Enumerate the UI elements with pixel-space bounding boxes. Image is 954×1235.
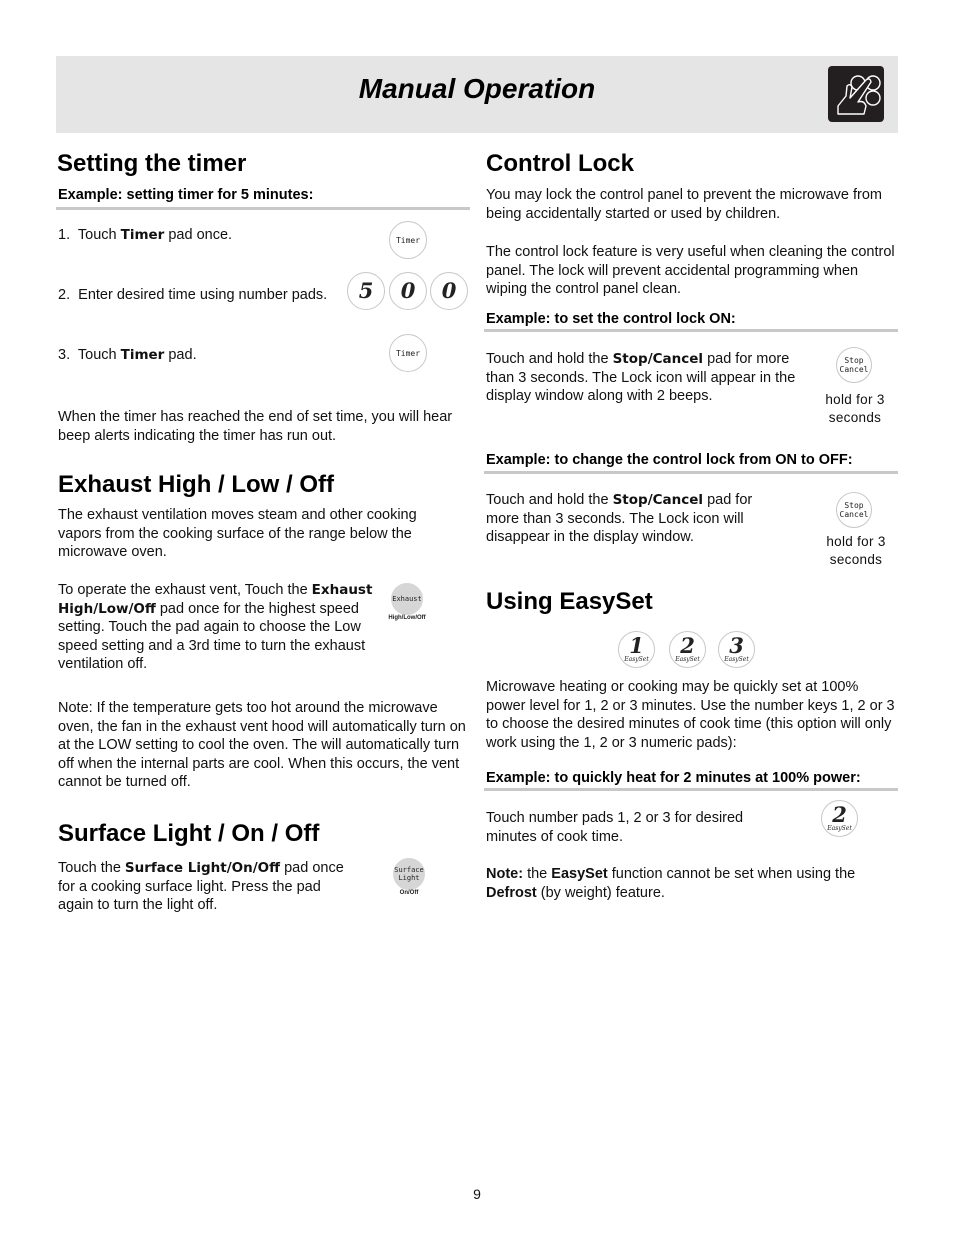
- easyset-heading: Using EasySet: [486, 588, 653, 615]
- exhaust-pad-caption: High/Low/Off: [388, 615, 426, 621]
- pad-label: Light: [398, 874, 420, 882]
- hold-duration-label: hold for 3 seconds: [815, 391, 895, 426]
- number-pad-0: 0: [430, 272, 468, 310]
- surface-light-pad-caption: On/Off: [399, 890, 419, 896]
- pad-label: Cancel: [839, 365, 869, 374]
- step-text: Touch: [77, 227, 121, 243]
- text: (by weight) feature.: [536, 884, 665, 901]
- lock-off-example-heading: Example: to change the control lock from…: [486, 452, 853, 468]
- divider: [484, 329, 898, 332]
- pad-label: Exhaust: [392, 594, 422, 603]
- step-number: 1.: [58, 227, 71, 243]
- pad-label: EasySet: [827, 825, 852, 832]
- pad-label: Timer: [395, 235, 421, 245]
- key-name: Stop/Cancel: [612, 351, 704, 367]
- pad-label: Cancel: [839, 510, 869, 519]
- stop-cancel-pad: Stop Cancel: [836, 492, 872, 528]
- pad-digit: 3: [729, 633, 744, 658]
- easyset-pad-3: 3 EasySet: [718, 631, 755, 668]
- step-text: Enter desired time using number pads.: [78, 287, 328, 303]
- pad-digit: 2: [832, 802, 847, 827]
- pad-label: Stop: [844, 356, 864, 365]
- surface-light-instructions: Touch the Surface Light/On/Off pad once …: [58, 859, 358, 915]
- control-lock-intro-1: You may lock the control panel to preven…: [486, 187, 882, 222]
- text: Touch and hold the: [486, 351, 613, 367]
- key-name: Timer: [120, 227, 165, 243]
- timer-note: When the timer has reached the end of se…: [58, 409, 453, 444]
- surface-light-heading: Surface Light / On / Off: [58, 820, 320, 847]
- easyset-pad-2: 2 EasySet: [821, 800, 858, 837]
- easyset-pad-1: 1 EasySet: [618, 631, 655, 668]
- timer-step-2: 2. Enter desired time using number pads.: [58, 286, 327, 305]
- exhaust-note: Note: If the temperature gets too hot ar…: [58, 700, 466, 790]
- easyset-instruction: Touch number pads 1, 2 or 3 for desired …: [486, 810, 744, 845]
- pad-digit: 0: [400, 278, 416, 303]
- timer-pad: Timer: [389, 334, 427, 372]
- key-name: Timer: [120, 347, 165, 363]
- number-pad-0: 0: [389, 272, 427, 310]
- timer-pad: Timer: [389, 221, 427, 259]
- surface-light-pad: Surface Light: [393, 858, 425, 890]
- page-number: 9: [473, 1186, 481, 1202]
- text: seconds: [829, 551, 883, 567]
- step-number: 2.: [58, 287, 71, 303]
- exhaust-intro: The exhaust ventilation moves steam and …: [58, 507, 417, 560]
- note-label: Note:: [486, 866, 524, 882]
- pad-label: Stop: [844, 501, 864, 510]
- step-text: pad.: [164, 347, 197, 363]
- step-text: Touch: [77, 347, 121, 363]
- text: hold for 3: [825, 392, 885, 407]
- easyset-description: Microwave heating or cooking may be quic…: [486, 679, 895, 751]
- setting-timer-heading: Setting the timer: [57, 150, 247, 177]
- timer-step-1: 1. Touch Timer pad once.: [58, 226, 232, 245]
- text: To operate the exhaust vent, Touch the: [58, 582, 312, 598]
- easyset-pad-2: 2 EasySet: [669, 631, 706, 668]
- control-lock-heading: Control Lock: [486, 150, 634, 177]
- key-name: Defrost: [486, 884, 537, 901]
- pad-label: Surface: [394, 866, 424, 874]
- hold-duration-label: hold for 3 seconds: [816, 533, 896, 568]
- pad-digit: 5: [358, 278, 374, 303]
- lock-off-instructions: Touch and hold the Stop/Cancel pad for m…: [486, 491, 786, 547]
- pad-digit: 1: [629, 633, 644, 658]
- exhaust-heading: Exhaust High / Low / Off: [58, 471, 334, 498]
- exhaust-pad: Exhaust: [391, 583, 423, 615]
- pad-label: EasySet: [724, 656, 749, 663]
- exhaust-instructions: To operate the exhaust vent, Touch the E…: [58, 581, 378, 674]
- divider: [484, 471, 898, 474]
- text: the: [523, 866, 552, 882]
- stop-cancel-pad: Stop Cancel: [836, 347, 872, 383]
- section-header-banner: Manual Operation: [56, 56, 898, 133]
- divider: [484, 788, 898, 791]
- pad-digit: 0: [441, 278, 457, 303]
- text: seconds: [828, 409, 882, 425]
- easyset-example-heading: Example: to quickly heat for 2 minutes a…: [486, 770, 861, 786]
- divider: [56, 207, 470, 210]
- number-pad-5: 5: [347, 272, 385, 310]
- text: Touch the: [58, 860, 125, 876]
- pad-label: Timer: [395, 348, 421, 358]
- step-text: pad once.: [164, 227, 233, 243]
- timer-step-3: 3. Touch Timer pad.: [58, 346, 197, 365]
- key-name: Surface Light/On/Off: [124, 860, 281, 876]
- text: Touch and hold the: [486, 492, 613, 508]
- control-lock-intro-2: The control lock feature is very useful …: [486, 244, 895, 297]
- easyset-note: Note: the EasySet function cannot be set…: [486, 865, 896, 902]
- lock-on-instructions: Touch and hold the Stop/Cancel pad for m…: [486, 350, 821, 406]
- page-title: Manual Operation: [358, 73, 596, 104]
- key-name: EasySet: [551, 866, 608, 882]
- timer-example-heading: Example: setting timer for 5 minutes:: [58, 187, 314, 203]
- hand-touching-keypad-icon: [828, 66, 884, 122]
- pad-label: EasySet: [675, 656, 700, 663]
- step-number: 3.: [58, 347, 71, 363]
- text: hold for 3: [826, 534, 886, 549]
- pad-label: EasySet: [624, 656, 649, 663]
- text: function cannot be set when using the: [607, 866, 856, 882]
- pad-digit: 2: [680, 633, 695, 658]
- lock-on-example-heading: Example: to set the control lock ON:: [486, 311, 736, 327]
- key-name: Stop/Cancel: [612, 492, 704, 508]
